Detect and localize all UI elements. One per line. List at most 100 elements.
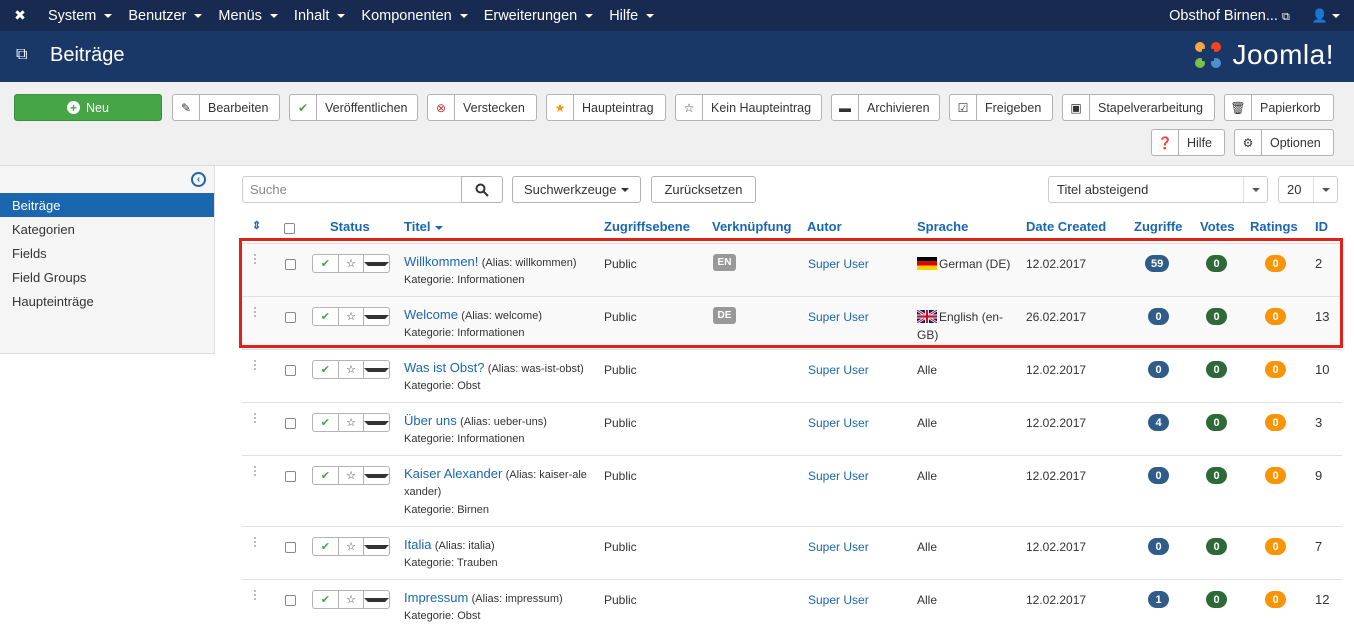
- column-hits[interactable]: Zugriffe: [1134, 219, 1182, 234]
- menu-help[interactable]: Hilfe: [601, 8, 662, 24]
- checkin-button[interactable]: ☑ Freigeben: [949, 94, 1053, 121]
- options-button[interactable]: ⚙ Optionen: [1234, 129, 1334, 156]
- published-check-icon[interactable]: ✔: [313, 591, 338, 608]
- site-link[interactable]: Obsthof Birnen... ⧉: [1169, 8, 1312, 24]
- unfeature-button[interactable]: ☆ Kein Haupteintrag: [675, 94, 822, 121]
- publish-button[interactable]: ✔ Veröffentlichen: [289, 94, 418, 121]
- actions-dropdown-icon[interactable]: [363, 591, 390, 608]
- drag-handle-icon[interactable]: [254, 360, 258, 372]
- column-author[interactable]: Autor: [807, 219, 842, 234]
- drag-handle-icon[interactable]: [254, 254, 258, 266]
- search-tools-button[interactable]: Suchwerkzeuge: [512, 176, 641, 203]
- author-link[interactable]: Super User: [808, 540, 869, 554]
- row-checkbox[interactable]: [285, 471, 296, 482]
- new-button[interactable]: + Neu: [14, 94, 162, 121]
- featured-star-icon[interactable]: ☆: [337, 414, 364, 431]
- featured-star-icon[interactable]: ☆: [337, 255, 364, 272]
- article-title-link[interactable]: Über uns: [404, 413, 457, 428]
- published-check-icon[interactable]: ✔: [313, 308, 338, 325]
- menu-system[interactable]: System: [40, 8, 120, 24]
- author-link[interactable]: Super User: [808, 593, 869, 607]
- limit-select[interactable]: 20: [1278, 176, 1338, 203]
- drag-handle-icon[interactable]: [254, 413, 258, 425]
- collapse-sidebar-icon[interactable]: ‹: [191, 172, 206, 187]
- actions-dropdown-icon[interactable]: [363, 361, 390, 378]
- published-check-icon[interactable]: ✔: [313, 467, 338, 484]
- published-check-icon[interactable]: ✔: [313, 414, 338, 431]
- row-checkbox[interactable]: [285, 365, 296, 376]
- row-checkbox[interactable]: [285, 595, 296, 606]
- column-access[interactable]: Zugriffsebene: [604, 219, 690, 234]
- article-title-link[interactable]: Kaiser Alexander: [404, 466, 502, 481]
- association-badge[interactable]: DE: [713, 307, 736, 324]
- trash-button[interactable]: 🗑 Papierkorb: [1224, 94, 1334, 121]
- column-association[interactable]: Verknüpfung: [712, 219, 791, 234]
- drag-handle-icon[interactable]: [254, 590, 258, 602]
- votes-badge: 0: [1206, 361, 1227, 378]
- row-checkbox[interactable]: [285, 542, 296, 553]
- menu-users[interactable]: Benutzer: [120, 8, 210, 24]
- column-id[interactable]: ID: [1315, 219, 1328, 234]
- published-check-icon[interactable]: ✔: [313, 538, 338, 555]
- column-votes[interactable]: Votes: [1200, 219, 1234, 234]
- actions-dropdown-icon[interactable]: [363, 255, 390, 272]
- drag-handle-icon[interactable]: [254, 466, 258, 478]
- association-badge[interactable]: EN: [713, 254, 736, 271]
- column-title[interactable]: Titel: [404, 219, 443, 234]
- featured-star-icon[interactable]: ☆: [337, 308, 364, 325]
- author-link[interactable]: Super User: [808, 257, 869, 271]
- article-title-link[interactable]: Italia: [404, 537, 431, 552]
- votes-badge: 0: [1206, 591, 1227, 608]
- sidebar-item-field-groups[interactable]: Field Groups: [0, 265, 214, 289]
- ordering-select[interactable]: Titel absteigend: [1048, 176, 1268, 203]
- actions-dropdown-icon[interactable]: [363, 308, 390, 325]
- user-menu[interactable]: 👤: [1312, 8, 1354, 24]
- featured-star-icon[interactable]: ☆: [337, 467, 364, 484]
- author-link[interactable]: Super User: [808, 310, 869, 324]
- unpublish-button[interactable]: ⊗ Verstecken: [427, 94, 537, 121]
- featured-star-icon[interactable]: ☆: [337, 361, 364, 378]
- column-language[interactable]: Sprache: [917, 219, 968, 234]
- actions-dropdown-icon[interactable]: [363, 414, 390, 431]
- edit-button[interactable]: ✎ Bearbeiten: [172, 94, 280, 121]
- joomla-home-icon[interactable]: ✖: [0, 7, 40, 24]
- featured-star-icon[interactable]: ☆: [337, 538, 364, 555]
- sidebar-item-articles[interactable]: Beiträge: [0, 193, 214, 217]
- sidebar-item-featured[interactable]: Haupteinträge: [0, 289, 214, 313]
- article-title-link[interactable]: Impressum: [404, 590, 468, 605]
- drag-handle-icon[interactable]: [254, 537, 258, 549]
- row-checkbox[interactable]: [285, 259, 296, 270]
- batch-button[interactable]: ▣ Stapelverarbeitung: [1062, 94, 1215, 121]
- column-ratings[interactable]: Ratings: [1250, 219, 1298, 234]
- author-link[interactable]: Super User: [808, 363, 869, 377]
- search-input[interactable]: Suche: [242, 176, 462, 203]
- menu-menus[interactable]: Menüs: [210, 8, 286, 24]
- article-title-link[interactable]: Welcome: [404, 307, 458, 322]
- row-checkbox[interactable]: [285, 418, 296, 429]
- help-button[interactable]: ❓ Hilfe: [1151, 129, 1225, 156]
- actions-dropdown-icon[interactable]: [363, 538, 390, 555]
- reset-button[interactable]: Zurücksetzen: [651, 176, 756, 203]
- row-checkbox[interactable]: [285, 312, 296, 323]
- column-date-created[interactable]: Date Created: [1026, 219, 1106, 234]
- search-button[interactable]: [461, 176, 503, 203]
- article-title-link[interactable]: Was ist Obst?: [404, 360, 484, 375]
- menu-content[interactable]: Inhalt: [286, 8, 353, 24]
- published-check-icon[interactable]: ✔: [313, 361, 338, 378]
- drag-handle-icon[interactable]: [254, 307, 258, 319]
- actions-dropdown-icon[interactable]: [363, 467, 390, 484]
- author-link[interactable]: Super User: [808, 416, 869, 430]
- ordering-column-header[interactable]: ⇕: [252, 219, 261, 232]
- sidebar-item-fields[interactable]: Fields: [0, 241, 214, 265]
- feature-button[interactable]: ★ Haupteintrag: [546, 94, 666, 121]
- featured-star-icon[interactable]: ☆: [337, 591, 364, 608]
- menu-extensions[interactable]: Erweiterungen: [476, 8, 602, 24]
- published-check-icon[interactable]: ✔: [313, 255, 338, 272]
- archive-button[interactable]: ▬ Archivieren: [831, 94, 940, 121]
- select-all-checkbox[interactable]: [284, 222, 295, 237]
- menu-components[interactable]: Komponenten: [353, 8, 475, 24]
- column-status[interactable]: Status: [330, 219, 370, 234]
- sidebar-item-categories[interactable]: Kategorien: [0, 217, 214, 241]
- article-title-link[interactable]: Willkommen!: [404, 254, 478, 269]
- author-link[interactable]: Super User: [808, 469, 869, 483]
